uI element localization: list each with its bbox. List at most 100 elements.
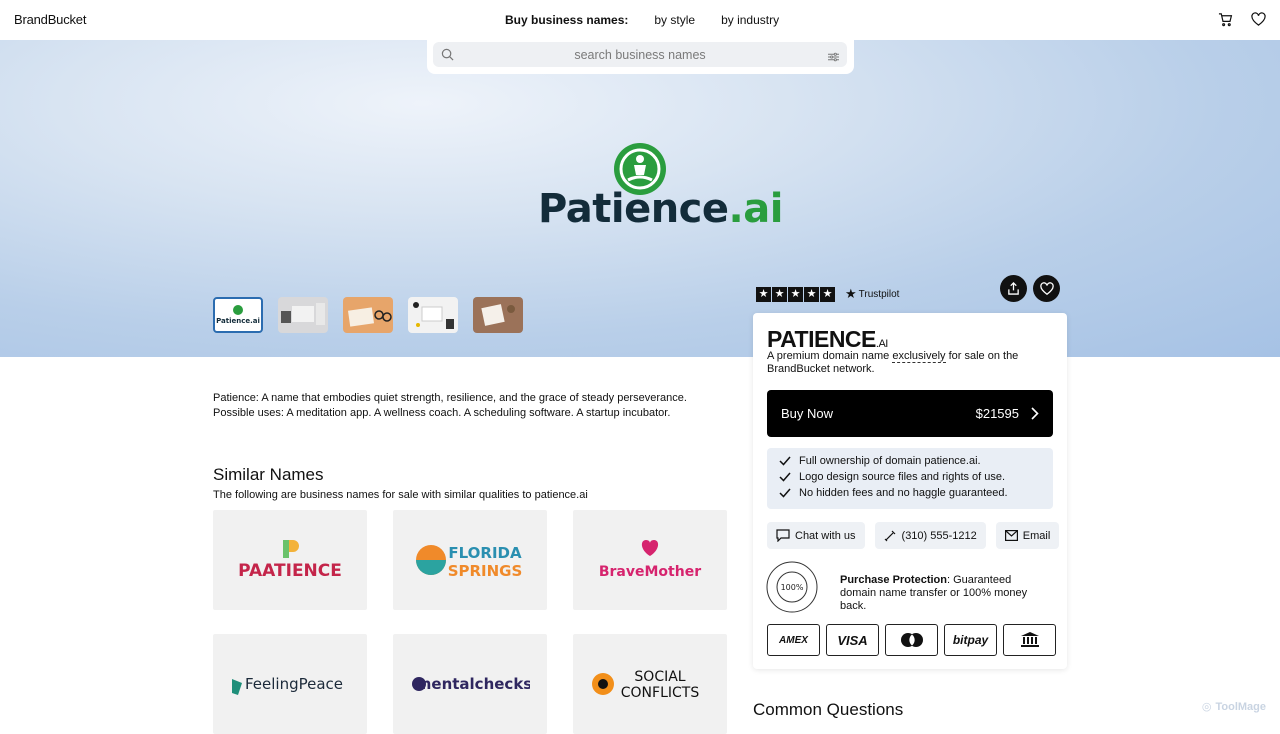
similar-name-feelingpeace[interactable]: FeelingPeace xyxy=(213,634,367,734)
site-logo[interactable]: BrandBucket xyxy=(14,12,86,27)
desc-pre: A premium domain name xyxy=(767,350,893,362)
similar-names-subtitle: The following are business names for sal… xyxy=(213,489,588,501)
bank-icon xyxy=(1003,624,1056,656)
svg-text:SPRINGS: SPRINGS xyxy=(448,562,523,580)
favorite-button[interactable] xyxy=(1033,275,1060,302)
watermark-text: ToolMage xyxy=(1215,700,1266,713)
nav-by-industry[interactable]: by industry xyxy=(721,13,779,27)
amex-icon: AMEX xyxy=(767,624,820,656)
name-description: Patience: A name that embodies quiet str… xyxy=(213,391,687,420)
svg-text:FLORIDA: FLORIDA xyxy=(448,544,522,562)
purchase-card: PATIENCE.AI A premium domain name exclus… xyxy=(753,313,1067,669)
heart-icon xyxy=(1039,281,1054,295)
check-icon xyxy=(779,472,791,482)
bitpay-icon: bitpay xyxy=(944,624,997,656)
desc-exclusively[interactable]: exclusively xyxy=(892,350,946,363)
thumbnail-5[interactable] xyxy=(473,297,523,333)
star-icon: ★ xyxy=(788,286,803,302)
feature-text: No hidden fees and no haggle guaranteed. xyxy=(799,487,1008,499)
feature-list: Full ownership of domain patience.ai. Lo… xyxy=(767,448,1053,509)
price: $21595 xyxy=(975,406,1019,421)
svg-text:SOCIAL: SOCIAL xyxy=(634,669,685,685)
domain-ext: .AI xyxy=(875,338,888,350)
payment-methods: AMEX VISA bitpay xyxy=(767,624,1056,656)
trustpilot-star-icon: ★ xyxy=(845,286,857,301)
buy-now-button[interactable]: Buy Now $21595 xyxy=(767,390,1053,437)
domain-name: PATIENCE.AI xyxy=(767,326,888,353)
svg-text:FeelingPeace: FeelingPeace xyxy=(245,675,343,693)
feature-item: Full ownership of domain patience.ai. xyxy=(779,453,1053,469)
email-button[interactable]: Email xyxy=(995,522,1060,549)
thumbnail-3[interactable] xyxy=(343,297,393,333)
mastercard-icon xyxy=(885,624,938,656)
guarantee-seal-icon: 100% xyxy=(766,561,818,613)
brand-tld: .ai xyxy=(728,186,784,232)
feature-item: No hidden fees and no haggle guaranteed. xyxy=(779,485,1053,501)
similar-name-social-conflicts[interactable]: SOCIAL CONFLICTS xyxy=(573,634,727,734)
phone-button[interactable]: (310) 555-1212 xyxy=(874,522,986,549)
heart-icon[interactable] xyxy=(1251,12,1266,32)
svg-text:Patience.ai: Patience.ai xyxy=(216,317,260,325)
trustpilot-rating[interactable]: ★ ★ ★ ★ ★ ★ Trustpilot xyxy=(756,286,899,302)
svg-text:BraveMother: BraveMother xyxy=(599,564,701,580)
thumbnail-2[interactable] xyxy=(278,297,328,333)
chat-icon xyxy=(776,529,790,542)
share-icon xyxy=(1008,282,1019,295)
watermark: ◎ ToolMage xyxy=(1201,700,1266,714)
common-questions-heading: Common Questions xyxy=(753,700,904,719)
mail-icon xyxy=(1004,530,1018,541)
main-nav: Buy business names: by style by industry xyxy=(505,13,779,27)
nav-by-style[interactable]: by style xyxy=(654,13,695,27)
similar-names-grid: PAATIENCE FLORIDA SPRINGS BraveMother Fee… xyxy=(213,510,727,734)
svg-text:PAATIENCE: PAATIENCE xyxy=(238,561,342,581)
feature-text: Logo design source files and rights of u… xyxy=(799,471,1006,483)
chat-button[interactable]: Chat with us xyxy=(767,522,865,549)
thumbnail-1[interactable]: Patience.ai xyxy=(213,297,263,333)
similar-name-florida-springs[interactable]: FLORIDA SPRINGS xyxy=(393,510,547,610)
similar-names-heading: Similar Names xyxy=(213,465,324,484)
svg-text:CONFLICTS: CONFLICTS xyxy=(621,685,700,701)
description-uses: Possible uses: A meditation app. A welln… xyxy=(213,406,671,419)
feature-text: Full ownership of domain patience.ai. xyxy=(799,455,981,467)
description-meaning: Patience: A name that embodies quiet str… xyxy=(213,392,687,404)
search-bar xyxy=(433,42,847,67)
star-icon: ★ xyxy=(756,286,771,302)
chat-label: Chat with us xyxy=(795,529,856,542)
search-input[interactable] xyxy=(433,42,847,67)
buy-label: Buy Now xyxy=(781,406,834,421)
brand-main: Patience xyxy=(538,186,729,232)
rating-stars: ★ ★ ★ ★ ★ xyxy=(756,286,835,302)
similar-name-paatience[interactable]: PAATIENCE xyxy=(213,510,367,610)
search-icon xyxy=(441,48,454,66)
email-label: Email xyxy=(1022,529,1051,542)
search-container xyxy=(427,40,854,74)
share-button[interactable] xyxy=(1000,275,1027,302)
protection-title: Purchase Protection xyxy=(840,574,947,586)
star-icon: ★ xyxy=(772,286,787,302)
trustpilot-text: Trustpilot xyxy=(858,288,900,300)
similar-name-bravemother[interactable]: BraveMother xyxy=(573,510,727,610)
thumbnail-strip: Patience.ai xyxy=(213,297,523,333)
svg-text:100%: 100% xyxy=(781,583,804,592)
top-bar: BrandBucket Buy business names: by style… xyxy=(0,0,1280,40)
star-icon: ★ xyxy=(804,286,819,302)
cart-icon[interactable] xyxy=(1218,12,1233,32)
contact-options: Chat with us (310) 555-1212 Email xyxy=(767,522,1060,549)
hero-brand-name: Patience.ai xyxy=(538,186,783,232)
domain-description: A premium domain name exclusively for sa… xyxy=(767,350,1047,376)
thumbnail-4[interactable] xyxy=(408,297,458,333)
filter-icon[interactable] xyxy=(828,49,839,67)
feature-item: Logo design source files and rights of u… xyxy=(779,469,1053,485)
watermark-icon: ◎ xyxy=(1201,701,1212,713)
domain-main: PATIENCE xyxy=(767,326,876,352)
trustpilot-label: ★ Trustpilot xyxy=(845,286,899,302)
star-icon: ★ xyxy=(820,286,835,302)
check-icon xyxy=(779,456,791,466)
visa-icon: VISA xyxy=(826,624,879,656)
phone-label: (310) 555-1212 xyxy=(901,529,977,542)
check-icon xyxy=(779,488,791,498)
chevron-right-icon xyxy=(1031,407,1039,420)
purchase-protection: Purchase Protection: Guaranteed domain n… xyxy=(840,574,1050,613)
similar-name-mentalchecks[interactable]: mentalchecks xyxy=(393,634,547,734)
svg-text:mentalchecks: mentalchecks xyxy=(416,675,530,693)
